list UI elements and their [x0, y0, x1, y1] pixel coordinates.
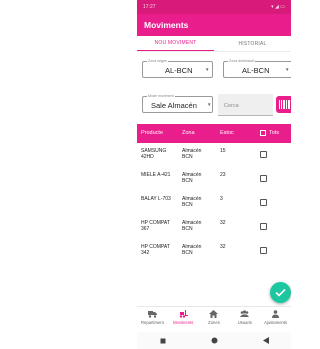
nav-item-usuaris[interactable]: Usuaris [229, 307, 260, 333]
movement-mode-value: Sale Almacén [151, 101, 197, 110]
chevron-down-icon: ▼ [207, 102, 212, 107]
nav-label: Usuaris [237, 320, 252, 325]
search-placeholder: Cerca [224, 103, 239, 109]
chevron-down-icon: ▼ [285, 67, 290, 72]
nav-label: Zones [208, 320, 220, 325]
row-zone: Almacén BCN [182, 220, 202, 232]
chevron-down-icon: ▼ [205, 67, 210, 72]
check-icon [275, 288, 286, 297]
system-navigation-bar [137, 332, 291, 349]
header-estoc: Estoc [220, 130, 234, 136]
table-row: SAMSUNG 42HD Almacén BCN 15 [137, 148, 291, 172]
destination-zone-select[interactable]: Zona destinació AL-BCN ▼ [223, 59, 291, 78]
settings-person-icon [272, 310, 280, 318]
row-stock: 23 [220, 172, 226, 178]
nav-item-repartiment[interactable]: Repartiment [137, 307, 168, 333]
app-title: Moviments [144, 20, 189, 30]
row-zone: Almacén BCN [182, 148, 202, 160]
tab-nou-moviment[interactable]: NOU MOVIMENT [137, 36, 214, 51]
row-checkbox[interactable] [260, 247, 267, 254]
header-zona: Zona [182, 130, 195, 136]
search-input[interactable]: Cerca [218, 94, 273, 116]
table-row: HP COMPAT 342 Almacén BCN 32 [137, 244, 291, 268]
home-icon [209, 310, 219, 318]
nav-label: Ajustaments [264, 320, 288, 325]
table-header: Producte Zona Estoc Tots [137, 124, 291, 143]
header-tots: Tots [269, 130, 280, 136]
status-icons: ▾ ◢ ▭ [271, 4, 285, 10]
barcode-icon [278, 100, 290, 109]
bottom-navigation: Repartiment Moviments Zones Usuaris Ajus… [137, 306, 291, 333]
row-checkbox[interactable] [260, 199, 267, 206]
tab-bar: NOU MOVIMENT HISTORIAL [137, 36, 291, 52]
row-product: HP COMPAT 367 [141, 220, 170, 232]
app-bar: Moviments [137, 14, 291, 36]
row-zone: Almacén BCN [182, 244, 202, 256]
nav-item-ajustaments[interactable]: Ajustaments [260, 307, 291, 333]
select-all-checkbox[interactable] [260, 130, 266, 136]
movement-mode-select[interactable]: Mode moviment Sale Almacén ▼ [142, 94, 213, 113]
status-time: 17:27 [143, 4, 156, 10]
tab-historial[interactable]: HISTORIAL [214, 36, 291, 51]
movement-mode-legend: Mode moviment [147, 94, 175, 98]
row-stock: 3 [220, 196, 223, 202]
origin-zone-value: AL-BCN [165, 66, 193, 75]
home-button-icon[interactable] [211, 337, 218, 344]
row-checkbox[interactable] [260, 223, 267, 230]
nav-label: Repartiment [140, 320, 164, 325]
table-row: MIELE A-421 Almacén BCN 23 [137, 172, 291, 196]
row-product: MIELE A-421 [141, 172, 171, 178]
table-row: HP COMPAT 367 Almacén BCN 32 [137, 220, 291, 244]
origin-zone-legend: Zona origen [147, 59, 169, 63]
row-product: SAMSUNG 42HD [141, 148, 167, 160]
table-row: BALAY L-703 Almacén BCN 3 [137, 196, 291, 220]
row-checkbox[interactable] [260, 175, 267, 182]
destination-zone-legend: Zona destinació [228, 59, 256, 63]
row-checkbox[interactable] [260, 151, 267, 158]
row-stock: 15 [220, 148, 226, 154]
barcode-scan-button[interactable] [276, 96, 291, 113]
back-icon[interactable] [262, 337, 269, 344]
origin-zone-select[interactable]: Zona origen AL-BCN ▼ [142, 59, 213, 78]
nav-item-moviments[interactable]: Moviments [168, 307, 199, 333]
row-zone: Almacén BCN [182, 172, 202, 184]
row-zone: Almacén BCN [182, 196, 202, 208]
nav-label: Moviments [173, 320, 194, 325]
recents-icon[interactable] [160, 338, 166, 344]
nav-item-zones[interactable]: Zones [199, 307, 230, 333]
phone-screen: 17:27 ▾ ◢ ▭ Moviments NOU MOVIMENT HISTO… [137, 0, 291, 349]
row-stock: 32 [220, 244, 226, 250]
row-stock: 32 [220, 220, 226, 226]
users-icon [240, 310, 250, 317]
row-product: BALAY L-703 [141, 196, 171, 202]
status-bar: 17:27 ▾ ◢ ▭ [137, 0, 291, 14]
destination-zone-value: AL-BCN [242, 66, 270, 75]
forklift-icon [179, 310, 188, 318]
row-product: HP COMPAT 342 [141, 244, 170, 256]
confirm-fab-button[interactable] [270, 282, 291, 303]
header-producte: Producte [141, 130, 164, 136]
truck-icon [147, 311, 157, 318]
